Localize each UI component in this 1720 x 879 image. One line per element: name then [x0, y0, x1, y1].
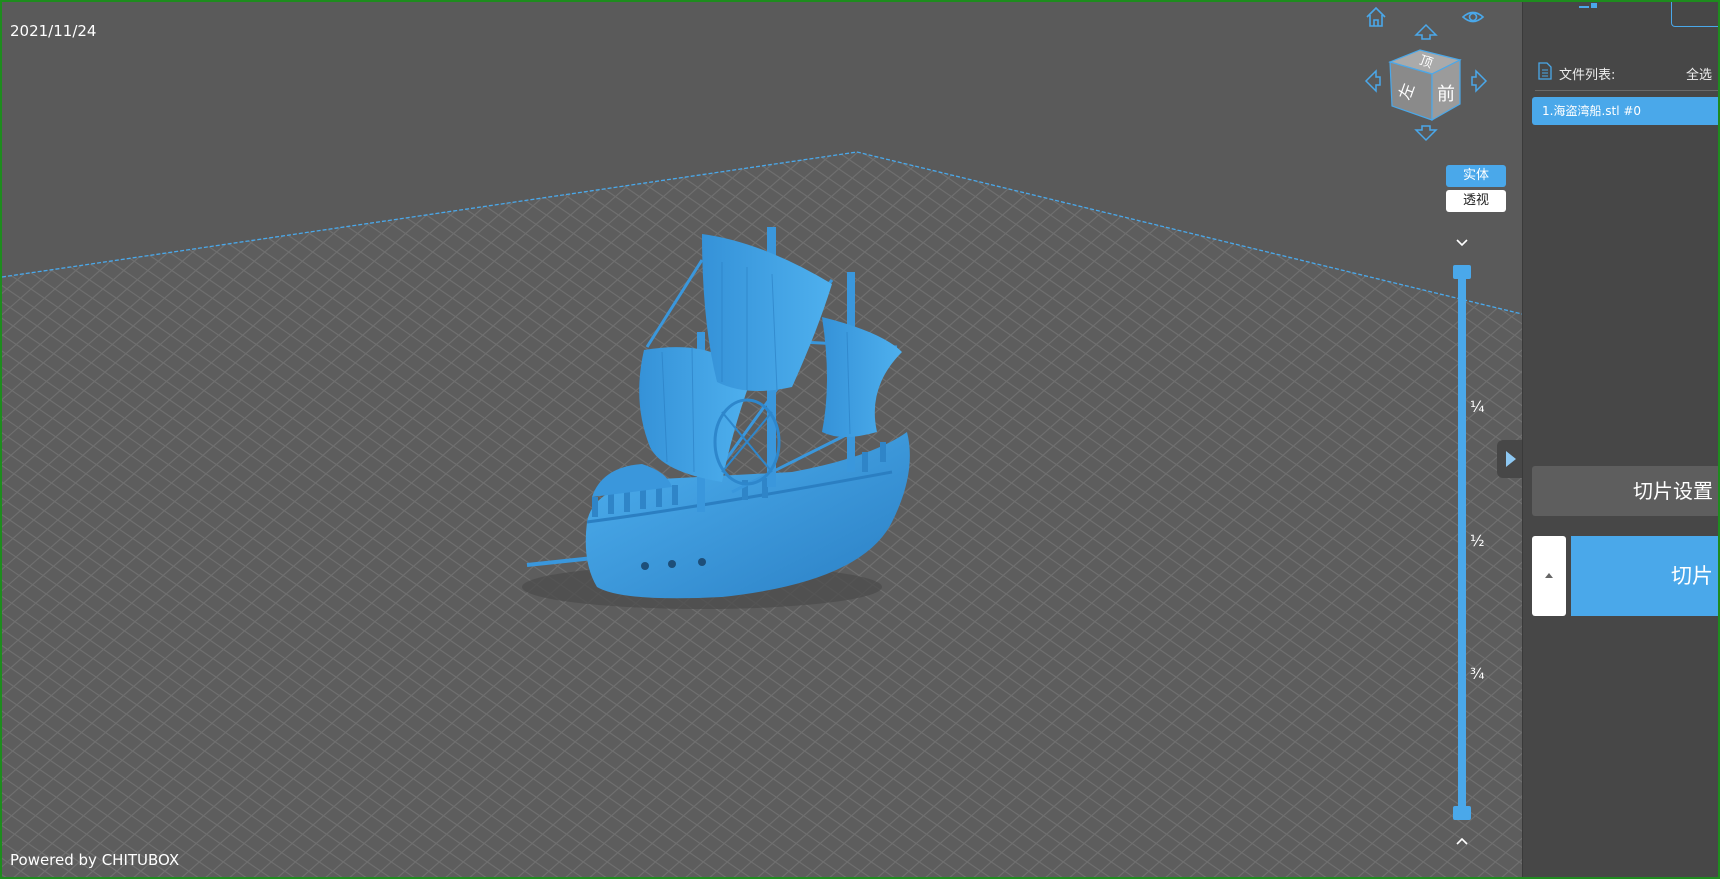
date-label: 2021/11/24 [10, 22, 97, 40]
expand-options-button[interactable] [1532, 536, 1566, 616]
arrow-left-icon[interactable] [1360, 68, 1386, 94]
home-icon[interactable] [1363, 4, 1389, 30]
panel-collapse-button[interactable] [1497, 440, 1522, 478]
caret-up-icon [1545, 573, 1553, 578]
file-list-item[interactable]: 1.海盗湾船.stl #0 [1532, 97, 1718, 125]
app-window: 2021/11/24 Powered by CHITUBOX 顶 前 左 实体 … [0, 0, 1720, 879]
eye-icon[interactable] [1460, 4, 1486, 30]
file-list-header: 文件列表: 全选 [1535, 62, 1718, 91]
slice-button[interactable]: 切片 [1571, 536, 1718, 616]
arrow-down-icon[interactable] [1413, 120, 1439, 146]
toolbar-tab[interactable] [1671, 2, 1718, 27]
side-panel: 文件列表: 全选 1.海盗湾船.stl #0 切片设置 切片 [1522, 2, 1718, 877]
slider-mark-half: ½ [1470, 532, 1485, 550]
perspective-view-button[interactable]: 透视 [1446, 190, 1506, 212]
layer-slider-bottom-handle[interactable] [1453, 806, 1471, 820]
slider-mark-quarter: ¼ [1470, 398, 1485, 416]
build-plate-scene [2, 2, 1522, 877]
triangle-right-icon [1506, 451, 1516, 467]
file-icon [1537, 62, 1553, 80]
chevron-down-icon[interactable] [1451, 234, 1473, 252]
layer-slider-track[interactable] [1458, 270, 1466, 814]
arrow-right-icon[interactable] [1466, 68, 1492, 94]
powered-by-label: Powered by CHITUBOX [10, 851, 180, 869]
solid-view-button[interactable]: 实体 [1446, 165, 1506, 187]
cube-front-label: 前 [1437, 84, 1455, 105]
menu-icon[interactable] [1579, 2, 1599, 12]
select-all-button[interactable]: 全选 [1686, 64, 1712, 83]
arrow-up-icon[interactable] [1413, 19, 1439, 45]
3d-viewport[interactable]: 2021/11/24 Powered by CHITUBOX 顶 前 左 实体 … [2, 2, 1522, 877]
layer-slider-top-handle[interactable] [1453, 265, 1471, 279]
slice-settings-button[interactable]: 切片设置 [1532, 466, 1718, 516]
chevron-up-icon[interactable] [1451, 832, 1473, 850]
file-list-label: 文件列表: [1559, 68, 1616, 83]
slider-mark-three-quarter: ¾ [1470, 665, 1485, 683]
